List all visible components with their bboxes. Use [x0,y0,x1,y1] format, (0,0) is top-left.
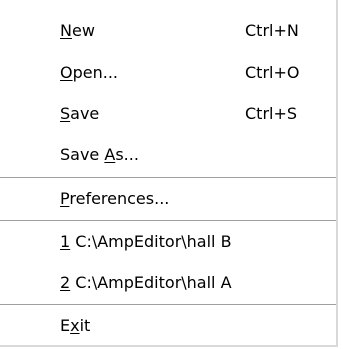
menu-item-label: 2 C:\AmpEditor\hall A [60,273,232,292]
menu-item-label: Preferences... [60,189,170,208]
mnemonic: N [60,21,72,40]
mnemonic: 1 [60,232,71,251]
menu-item-label: Save As... [60,145,139,164]
mnemonic: S [60,104,71,123]
file-menu: New Ctrl+N Open... Ctrl+O Save Ctrl+S Sa… [0,0,338,347]
menu-item-recent-file-2[interactable]: 2 C:\AmpEditor\hall A [0,263,336,301]
menu-item-label: Save [60,104,100,123]
menu-item-save[interactable]: Save Ctrl+S [0,94,336,132]
mnemonic: A [104,145,116,164]
menu-item-label: 1 C:\AmpEditor\hall B [60,232,232,251]
mnemonic: P [60,189,70,208]
menu-item-label: Open... [60,63,118,82]
shortcut-label: Ctrl+S [245,104,298,123]
menu-item-preferences[interactable]: Preferences... [0,179,336,217]
mnemonic: O [60,63,73,82]
mnemonic: x [70,316,80,335]
menu-item-exit[interactable]: Exit [0,306,336,344]
mnemonic: 2 [60,273,71,292]
menu-item-open[interactable]: Open... Ctrl+O [0,53,336,91]
shortcut-label: Ctrl+O [245,63,300,82]
shortcut-label: Ctrl+N [245,21,299,40]
menu-item-recent-file-1[interactable]: 1 C:\AmpEditor\hall B [0,222,336,260]
menu-item-save-as[interactable]: Save As... [0,135,336,173]
menu-item-label: Exit [60,316,91,335]
menu-item-label: New [60,21,95,40]
menu-item-new[interactable]: New Ctrl+N [0,11,336,49]
